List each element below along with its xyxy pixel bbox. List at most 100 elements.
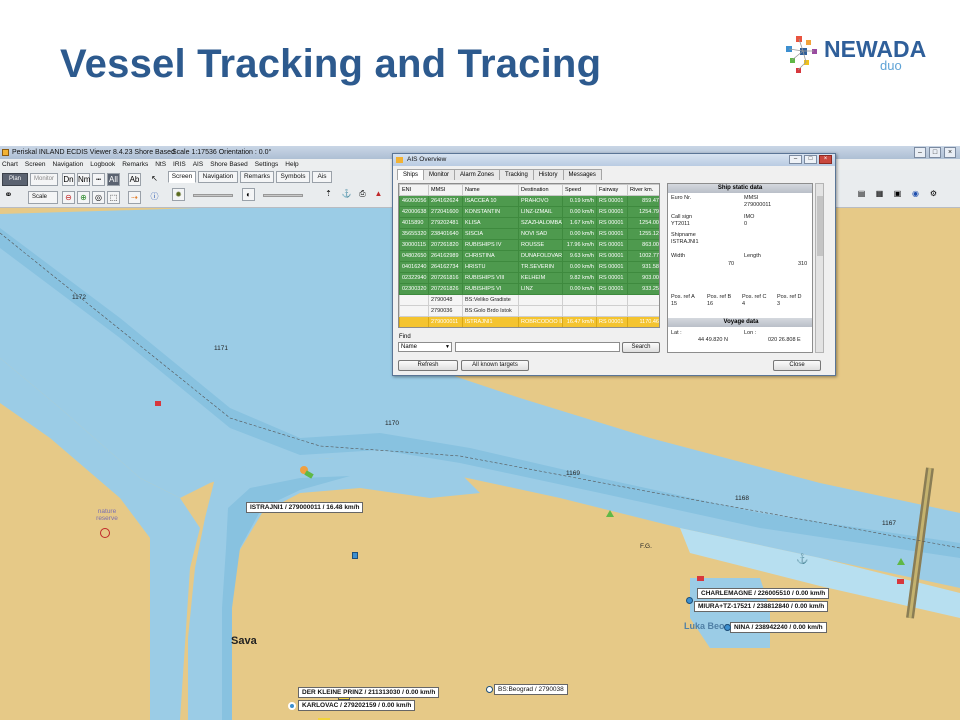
plan-button[interactable]: Plan (2, 173, 28, 186)
col-destination[interactable]: Destination (518, 184, 563, 196)
col-eni[interactable]: ENI (399, 184, 429, 196)
table-row[interactable]: 04016240 264162734 HRISTU TR.SEVERIN 0.00 km… (399, 261, 659, 273)
vessel-label-karlovac[interactable]: KARLOVAC / 279202159 / 0.00 km/h (298, 700, 416, 711)
scrollbar-thumb[interactable] (817, 196, 823, 256)
menu-logbook[interactable]: Logbook (90, 159, 115, 170)
vessel-label-charlemagne[interactable]: CHARLEMAGNE / 226005510 / 0.00 km/h (697, 588, 830, 599)
menu-screen[interactable]: Screen (25, 159, 46, 170)
contrast-icon[interactable]: ◐ (242, 188, 255, 201)
menu-chart[interactable]: Chart (2, 159, 18, 170)
table-row[interactable]: 02300320 207261826 RUBISHIPS VI LINZ 0.00 km… (399, 283, 659, 295)
layers-icon[interactable]: ▤ (855, 188, 868, 201)
menu-ais[interactable]: AIS (193, 159, 203, 170)
find-input[interactable] (455, 342, 620, 352)
all-known-targets-button[interactable]: All known targets (461, 360, 529, 371)
find-field-select[interactable]: Name ▼ (398, 342, 452, 352)
col-river-km[interactable]: River km. (627, 184, 659, 196)
tab-navigation[interactable]: Navigation (198, 171, 238, 183)
close-window-button[interactable]: × (944, 147, 956, 158)
tab-ships[interactable]: Ships (397, 169, 425, 180)
panel-icon[interactable]: ▣ (891, 188, 904, 201)
buoy-green-icon[interactable] (606, 510, 614, 517)
vessel-dot-2[interactable] (724, 624, 731, 631)
col-name[interactable]: Name (462, 184, 519, 196)
menu-help[interactable]: Help (285, 159, 298, 170)
table-row[interactable]: 30000115 207261820 RUBISHIPS IV ROUSSE 17.96… (399, 239, 659, 251)
vessel-label-miura[interactable]: MIURA+TZ-17521 / 238812840 / 0.00 km/h (694, 601, 829, 612)
ruler-icon[interactable]: ┅ (92, 173, 105, 186)
minimize-button[interactable]: – (914, 147, 926, 158)
alarm-icon[interactable]: ▲ (372, 188, 385, 201)
table-row[interactable]: 2790036 BS:Golo Brdo Istok (399, 305, 659, 317)
vessel-dot-3[interactable] (288, 702, 296, 710)
vessel-dot-1[interactable] (686, 597, 693, 604)
all-button[interactable]: All (107, 173, 120, 186)
table-row[interactable]: 02322940 207261816 RUBISHIPS VIII KELHEIM 9.… (399, 272, 659, 284)
col-speed[interactable]: Speed (562, 184, 597, 196)
scale-select[interactable]: Scale (28, 191, 58, 204)
menu-nts[interactable]: NtS (155, 159, 166, 170)
table-row[interactable]: 279000011ISTRAJNI1ROBRCODOO ILIST16.47 k… (399, 316, 659, 327)
refresh-button[interactable]: Refresh (398, 360, 458, 371)
vessel-label-istrajni1[interactable]: ISTRAJNI1 / 279000011 / 16.48 km/h (246, 502, 364, 513)
search-button[interactable]: Search (622, 342, 660, 353)
info-icon[interactable]: ⓘ (148, 191, 161, 204)
monitor-button[interactable]: Monitor (30, 173, 58, 186)
col-fairway[interactable]: Fairway (596, 184, 628, 196)
table-row[interactable]: 4015890 279202481 KLISA SZAZHALOMBAT 1.67 km… (399, 217, 659, 229)
print-icon[interactable]: ⎙ (356, 188, 369, 201)
buoy-red-icon-3[interactable] (897, 579, 904, 584)
tab-alarm-zones[interactable]: Alarm Zones (454, 169, 501, 180)
station-dot[interactable] (486, 686, 493, 693)
tab-monitor[interactable]: Monitor (423, 169, 456, 180)
zoom-out-icon[interactable]: ⊖ (62, 191, 75, 204)
vessel-label-nina[interactable]: NINA / 238942240 / 0.00 km/h (730, 622, 827, 633)
table-row[interactable]: 42000638 272041600 KONSTANTIN LINZ-IZMAIL 0.… (399, 206, 659, 218)
pointer-icon[interactable]: ↖ (148, 173, 161, 186)
grid-icon[interactable]: ▦ (873, 188, 886, 201)
buoy-green-icon-2[interactable] (897, 558, 905, 565)
details-scrollbar[interactable] (815, 183, 824, 353)
menu-shore-based[interactable]: Shore Based (210, 159, 248, 170)
ab-button[interactable]: Ab (128, 173, 141, 186)
tab-screen[interactable]: Screen (168, 171, 196, 183)
tab-messages[interactable]: Messages (562, 169, 602, 180)
globe-icon[interactable]: ◉ (909, 188, 922, 201)
settings-icon[interactable]: ⚙ (927, 188, 940, 201)
target-icon[interactable]: ◎ (92, 191, 105, 204)
tab-symbols[interactable]: Symbols (276, 171, 310, 183)
table-row[interactable]: 2790048 BS:Veliko Gradiste (399, 294, 659, 306)
dialog-maximize-button[interactable]: □ (804, 155, 817, 164)
tab-ais[interactable]: Ais (312, 171, 332, 183)
binoculars-icon[interactable]: ⚭ (2, 190, 15, 203)
tab-tracking[interactable]: Tracking (499, 169, 534, 180)
contrast-slider[interactable] (263, 194, 303, 197)
menu-remarks[interactable]: Remarks (122, 159, 148, 170)
north-icon[interactable]: ⇡ (322, 188, 335, 201)
route-icon[interactable]: ⇢ (128, 191, 141, 204)
menu-navigation[interactable]: Navigation (53, 159, 84, 170)
table-row[interactable]: 46000056 264162624 ISACCEA 10 PRAHOVO 0.19 k… (399, 195, 659, 207)
menu-settings[interactable]: Settings (255, 159, 279, 170)
anchor-icon[interactable]: ⚓ (340, 188, 353, 201)
dialog-close-button[interactable]: × (819, 155, 832, 164)
tab-history[interactable]: History (532, 169, 564, 180)
table-row[interactable]: 04802650 264162989 CHRISTINA DUNAFOLDVAR 9.6… (399, 250, 659, 262)
maximize-button[interactable]: □ (929, 147, 941, 158)
col-mmsi[interactable]: MMSI (428, 184, 463, 196)
station-label-beograd[interactable]: BS:Beograd / 2790038 (494, 684, 568, 695)
zoom-in-icon[interactable]: ⊕ (77, 191, 90, 204)
close-button[interactable]: Close (773, 360, 821, 371)
nm-button[interactable]: Nm (77, 173, 90, 186)
vessel-blue-icon[interactable] (352, 552, 358, 559)
dialog-minimize-button[interactable]: – (789, 155, 802, 164)
tab-remarks[interactable]: Remarks (240, 171, 274, 183)
buoy-red-icon[interactable] (155, 401, 161, 406)
select-area-icon[interactable]: ⬚ (107, 191, 120, 204)
table-row[interactable]: 35655320 238401640 SISCIA NOVI SAD 0.00 km/h… (399, 228, 659, 240)
vessel-label-der-kleine-prinz[interactable]: DER KLEINE PRINZ / 211313030 / 0.00 km/h (298, 687, 440, 698)
buoy-red-icon-2[interactable] (697, 576, 704, 581)
brightness-icon[interactable]: ✹ (172, 188, 185, 201)
dn-button[interactable]: Dn (62, 173, 75, 186)
brightness-slider[interactable] (193, 194, 233, 197)
